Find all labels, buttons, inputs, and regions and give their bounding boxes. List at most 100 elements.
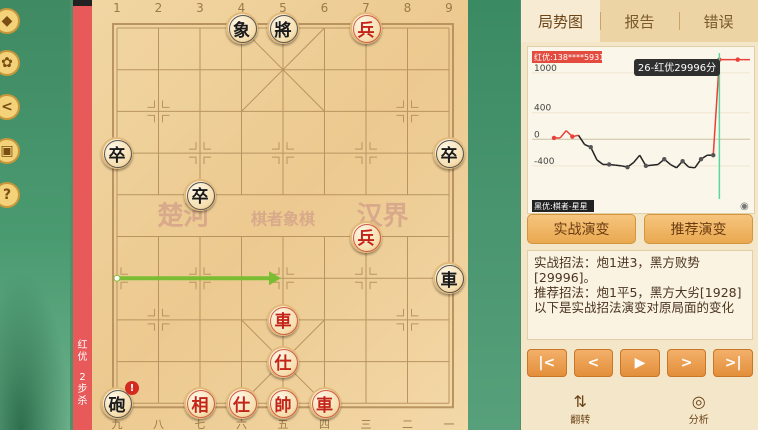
play-button[interactable]: ▶ <box>620 349 660 377</box>
point-marker <box>411 323 419 331</box>
actual-variation-button[interactable]: 实战演变 <box>527 214 636 244</box>
point-marker <box>286 142 294 150</box>
right-background <box>460 0 520 430</box>
point-marker <box>272 281 280 290</box>
point-marker <box>272 156 280 165</box>
chart-segment <box>633 154 641 163</box>
tab-errors[interactable]: 错误 <box>679 0 758 42</box>
black-piece[interactable]: 卒 <box>184 178 216 211</box>
chart-ytick-label: 400 <box>534 104 551 114</box>
analyze-label: 分析 <box>688 414 709 426</box>
point-marker <box>162 100 170 108</box>
point-marker <box>203 267 211 275</box>
point-marker <box>162 114 170 123</box>
black-piece[interactable]: 車 <box>433 262 465 295</box>
point-marker <box>411 114 419 123</box>
red-piece[interactable]: 兵 <box>350 12 382 44</box>
red-piece[interactable]: 車 <box>267 303 299 336</box>
black-piece[interactable]: 象 <box>225 12 258 44</box>
file-number-bottom: 七 <box>195 418 206 430</box>
advantage-side-label: 红优 <box>77 340 88 363</box>
chart-bottom-label-text: 黑优:棋者-星星 <box>534 201 588 211</box>
piece-char: 象 <box>233 20 250 41</box>
flip-board-button[interactable]: ⇅ 翻转 <box>521 388 640 430</box>
board-icon: ▣ <box>0 143 14 159</box>
point-marker <box>120 267 128 275</box>
chart-point <box>588 145 593 150</box>
chart-tooltip-text: 26-红优29996分 <box>638 61 716 74</box>
next-move-button[interactable]: > <box>666 349 707 377</box>
chart-segment <box>559 130 567 139</box>
file-number-top: 8 <box>404 1 412 15</box>
point-marker <box>369 156 377 165</box>
move-arrow-origin <box>113 274 121 282</box>
chart-tooltip: 26-红优29996分 <box>634 59 720 76</box>
chart-point <box>643 163 649 169</box>
black-piece[interactable]: 將 <box>267 12 299 44</box>
last-move-button[interactable]: >| <box>713 349 753 377</box>
chart-bottom-label: 黑优:棋者-星星 <box>532 200 594 212</box>
eye-icon[interactable]: ◉ <box>740 201 749 212</box>
point-marker <box>355 142 363 150</box>
tab-situation-chart[interactable]: 局势图 <box>521 0 600 42</box>
point-marker <box>369 281 377 290</box>
piece-char: 將 <box>274 20 292 41</box>
analyze-button[interactable]: ◎ 分析 <box>640 388 758 430</box>
advantage-bar: 红优 2步杀 <box>73 0 92 430</box>
chart-point <box>680 158 685 164</box>
chart-point <box>662 156 667 162</box>
red-piece[interactable]: 車 <box>308 387 341 420</box>
analysis-text: 实战招法：炮1进3，黑方败势[29996]。 推荐招法：炮1平5，黑方大劣[19… <box>527 250 753 340</box>
piece-char: 仕 <box>233 395 250 416</box>
chart-segment <box>615 164 622 167</box>
chart-ytick-label: -400 <box>534 157 555 167</box>
file-number-bottom: 四 <box>319 418 330 430</box>
black-piece[interactable]: 卒 <box>433 137 465 170</box>
point-marker <box>189 267 197 275</box>
point-marker <box>203 156 211 165</box>
advantage-bar-top <box>73 0 92 6</box>
red-piece[interactable]: 仕 <box>267 345 299 378</box>
point-marker <box>162 308 170 317</box>
evaluation-chart[interactable]: 1000 400 0 -400 红优:138****5931 黑优:棋者-星星 26-红优2… <box>527 46 755 214</box>
chart-top-label-text: 红优:138****5931 <box>534 52 604 62</box>
diamond-icon: ◆ <box>1 13 13 29</box>
point-marker <box>355 281 363 290</box>
first-move-button[interactable]: |< <box>527 349 567 377</box>
point-marker <box>162 323 170 331</box>
point-marker <box>369 267 377 275</box>
point-marker <box>411 308 419 317</box>
file-number-bottom: 五 <box>278 418 289 430</box>
analysis-line-note: 以下是实战招法演变对原局面的变化 <box>534 300 735 315</box>
point-marker <box>369 142 377 150</box>
point-marker <box>147 114 155 123</box>
red-piece[interactable]: 兵 <box>350 220 382 253</box>
evaluation-chart-svg: 10004000-400红优:138****5931黑优:棋者-星星26-红优2… <box>532 51 750 212</box>
file-number-bottom: 二 <box>402 418 413 430</box>
point-marker <box>189 281 197 290</box>
point-marker <box>396 100 404 108</box>
piece-char: 車 <box>274 312 292 333</box>
piece-char: 卒 <box>191 187 209 208</box>
piece-char: 兵 <box>357 20 375 41</box>
tab-report[interactable]: 报告 <box>600 0 679 42</box>
point-marker <box>203 281 211 290</box>
file-number-bottom: 三 <box>361 418 372 430</box>
recommended-variation-button[interactable]: 推荐演变 <box>644 214 753 244</box>
file-number-bottom: 六 <box>236 418 247 430</box>
point-marker <box>286 156 294 165</box>
chart-segment <box>596 159 604 166</box>
point-marker <box>286 267 294 275</box>
piece-char: 砲 <box>108 395 126 416</box>
red-piece[interactable]: 相 <box>184 387 216 420</box>
black-piece[interactable]: 卒 <box>101 137 133 170</box>
point-marker <box>272 142 280 150</box>
chart-point <box>551 135 557 141</box>
prev-move-button[interactable]: < <box>573 349 614 377</box>
red-piece[interactable]: 帥 <box>267 387 299 420</box>
mountain-decoration <box>0 270 70 430</box>
chart-point <box>698 156 704 162</box>
red-piece[interactable]: 仕 <box>225 387 258 420</box>
file-number-top: 6 <box>321 1 329 15</box>
chess-board[interactable]: 1 2 3 4 5 6 7 8 9 九八七六五四三二一楚河 棋者象棋 汉界 象將兵卒卒卒兵車車仕砲! 相… <box>92 0 468 430</box>
